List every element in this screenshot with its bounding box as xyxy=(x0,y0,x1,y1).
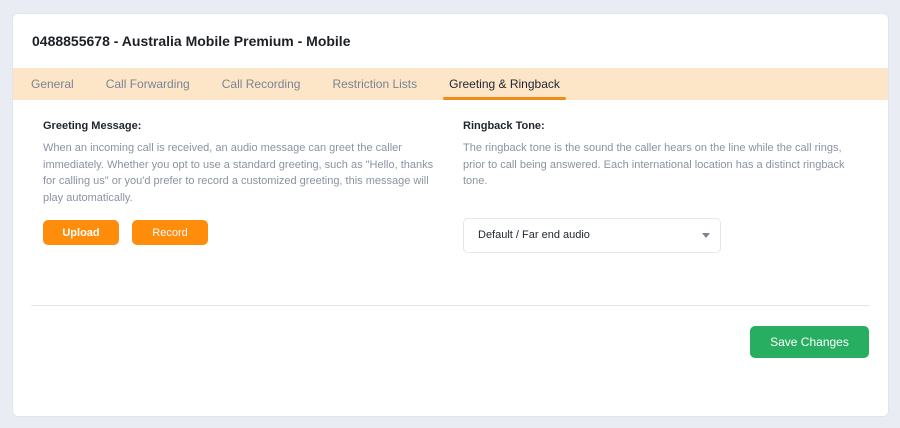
settings-card: 0488855678 - Australia Mobile Premium - … xyxy=(12,13,889,417)
tab-call-recording[interactable]: Call Recording xyxy=(222,68,317,100)
ringback-description: The ringback tone is the sound the calle… xyxy=(463,142,845,187)
tab-content: Greeting Message: When an incoming call … xyxy=(13,100,888,284)
tab-general[interactable]: General xyxy=(31,68,90,100)
record-button[interactable]: Record xyxy=(132,220,208,245)
ringback-section: Ringback Tone: The ringback tone is the … xyxy=(463,120,858,284)
tab-bar: General Call Forwarding Call Recording R… xyxy=(13,68,888,100)
save-changes-button[interactable]: Save Changes xyxy=(750,326,869,358)
ringback-selected-value: Default / Far end audio xyxy=(478,229,590,241)
divider xyxy=(31,305,870,306)
page-title: 0488855678 - Australia Mobile Premium - … xyxy=(32,33,351,49)
greeting-actions: Upload Record xyxy=(43,220,463,245)
greeting-section: Greeting Message: When an incoming call … xyxy=(43,120,463,284)
tab-greeting-ringback[interactable]: Greeting & Ringback xyxy=(443,68,566,100)
tab-restriction-lists[interactable]: Restriction Lists xyxy=(332,68,433,100)
upload-button[interactable]: Upload xyxy=(43,220,119,245)
chevron-down-icon xyxy=(702,232,710,238)
ringback-title: Ringback Tone: xyxy=(463,120,545,132)
greeting-description: When an incoming call is received, an au… xyxy=(43,142,434,204)
ringback-tone-select[interactable]: Default / Far end audio xyxy=(463,217,721,253)
tab-call-forwarding[interactable]: Call Forwarding xyxy=(106,68,206,100)
greeting-title: Greeting Message: xyxy=(43,120,142,132)
